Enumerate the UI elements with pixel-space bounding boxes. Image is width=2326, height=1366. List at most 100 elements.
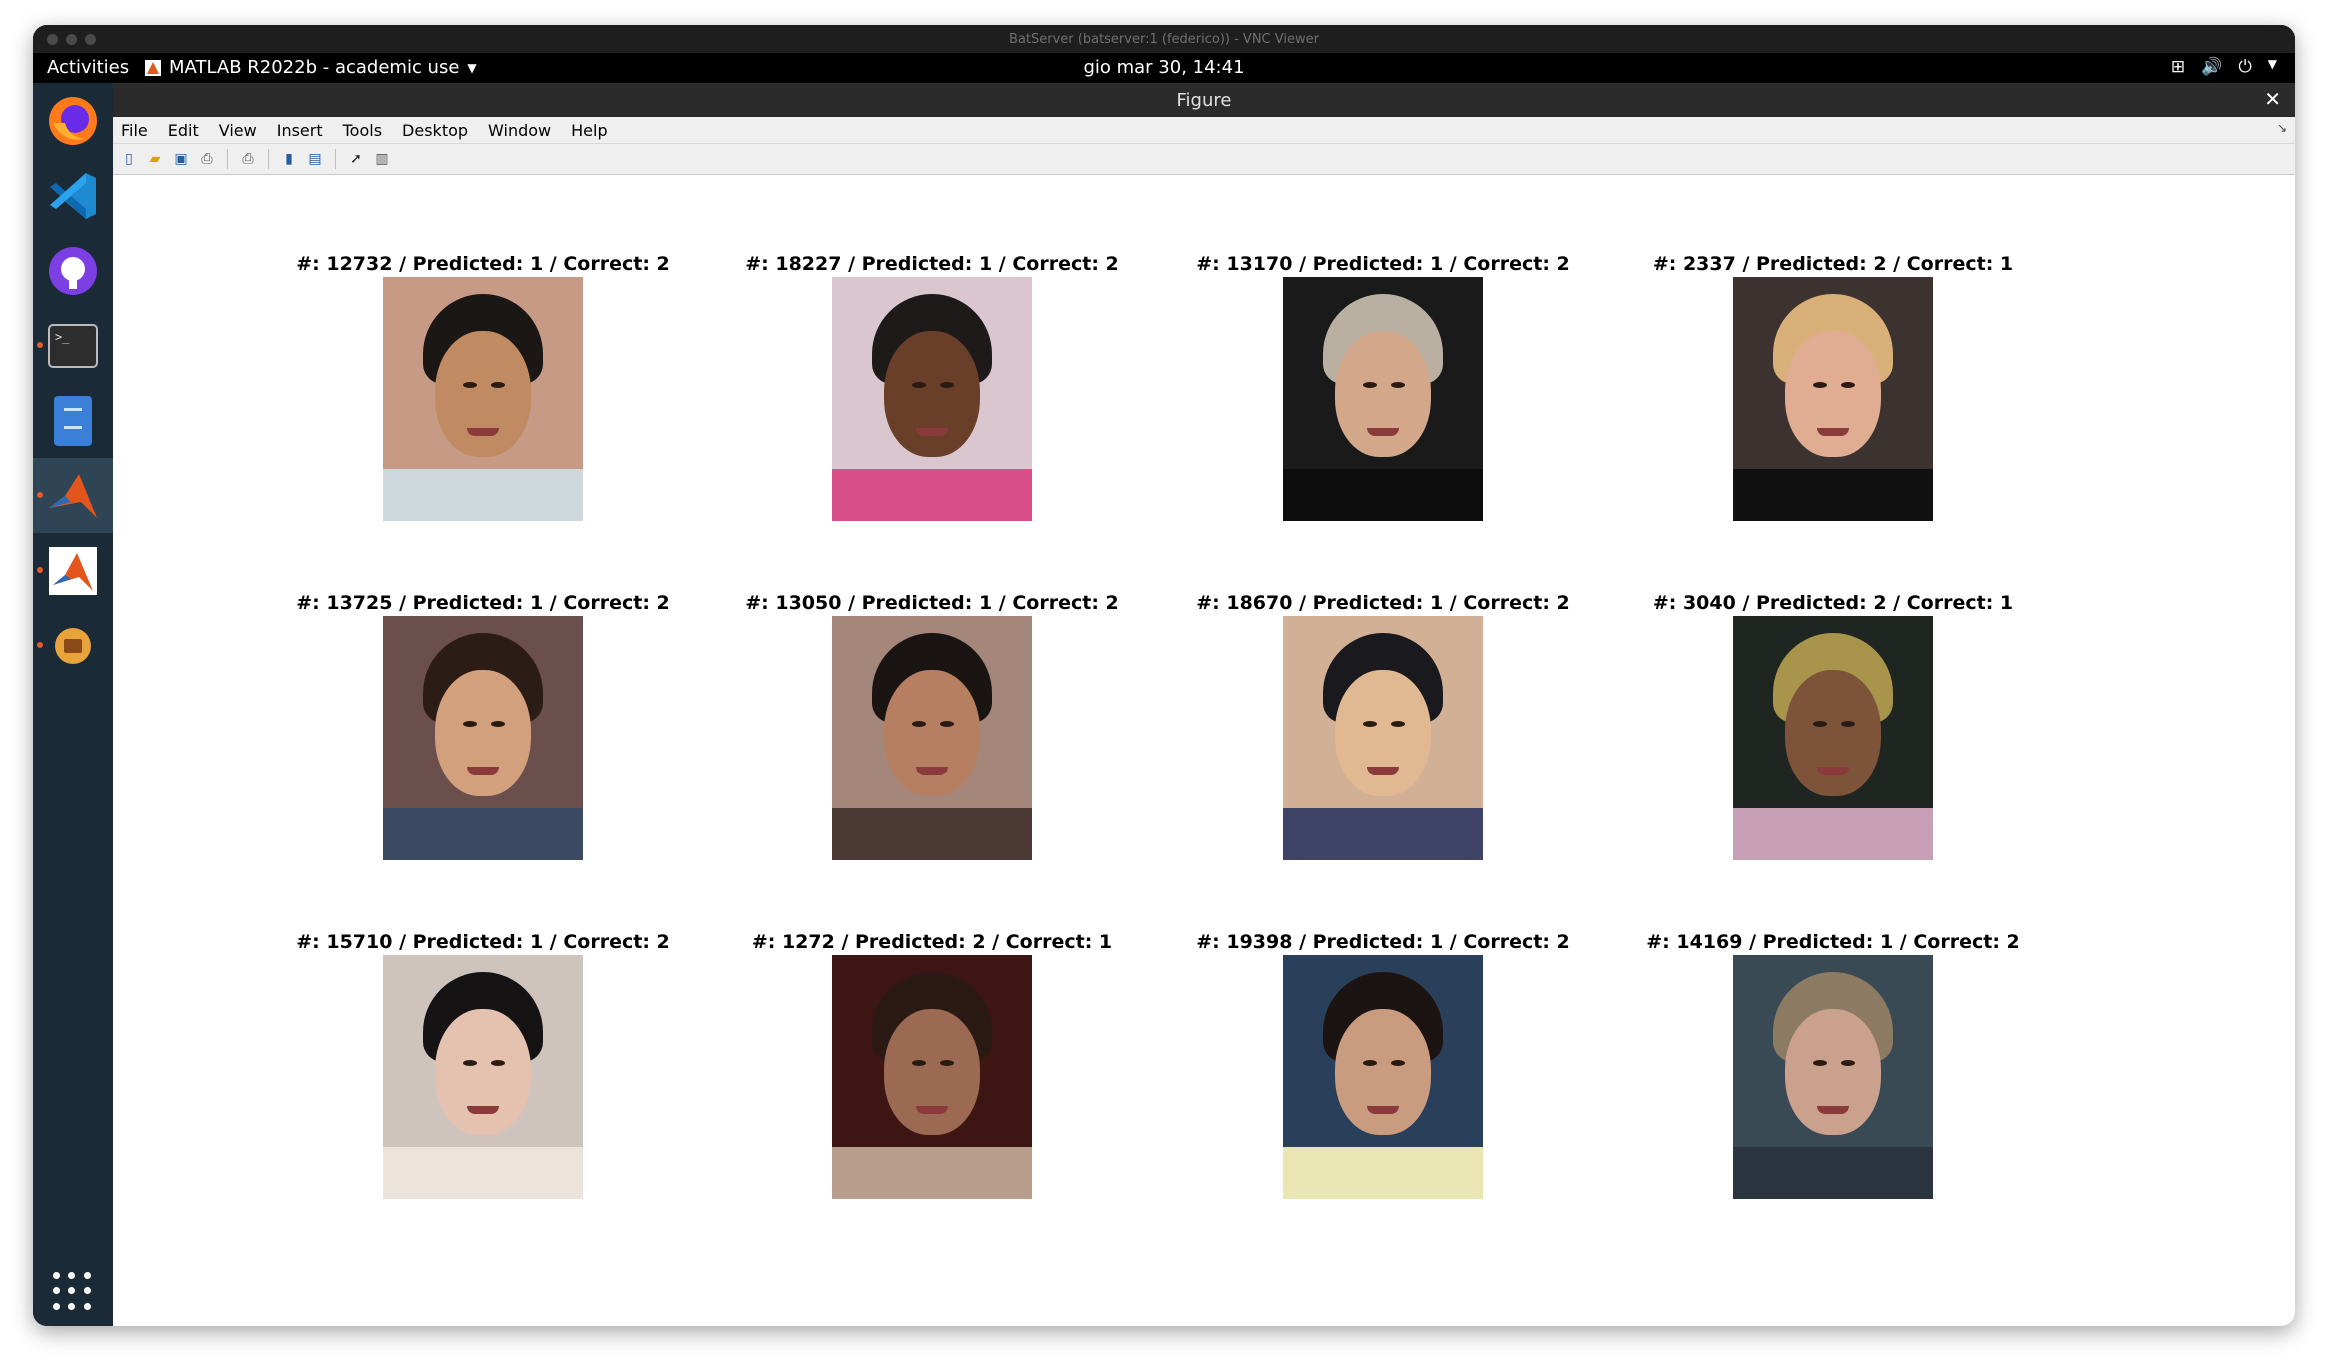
- dock-item-terminal[interactable]: >_: [33, 308, 113, 383]
- svg-text:>_: >_: [55, 330, 70, 344]
- volume-icon: 🔊: [2201, 57, 2223, 77]
- dock-item-matlab[interactable]: [33, 458, 113, 533]
- print-icon[interactable]: ⎙: [197, 149, 217, 169]
- subplot-title: #: 13050 / Predicted: 1 / Correct: 2: [745, 592, 1119, 614]
- menu-edit[interactable]: Edit: [168, 121, 199, 140]
- matlab-figure-window: Figure ✕ File Edit View Insert Tools Des…: [113, 83, 2295, 1326]
- vscode-icon: [50, 172, 96, 219]
- dock-item-github[interactable]: [33, 233, 113, 308]
- subplot-title: #: 19398 / Predicted: 1 / Correct: 2: [1196, 931, 1570, 953]
- figure-titlebar: Figure ✕: [113, 83, 2295, 117]
- image-subplot[interactable]: #: 13170 / Predicted: 1 / Correct: 2: [1183, 253, 1583, 521]
- system-tray[interactable]: ⊞ 🔊 ⏻ ▼: [2171, 57, 2277, 77]
- insert-legend-icon[interactable]: ▤: [305, 149, 325, 169]
- menu-desktop[interactable]: Desktop: [402, 121, 468, 140]
- face-image: [1733, 616, 1933, 860]
- face-image: [1283, 277, 1483, 521]
- menu-window[interactable]: Window: [488, 121, 551, 140]
- clock[interactable]: gio mar 30, 14:41: [33, 57, 2295, 78]
- close-icon[interactable]: ✕: [2264, 87, 2281, 111]
- face-image: [832, 955, 1032, 1199]
- menu-help[interactable]: Help: [571, 121, 607, 140]
- image-subplot[interactable]: #: 2337 / Predicted: 2 / Correct: 1: [1633, 253, 2033, 521]
- figure-menubar: File Edit View Insert Tools Desktop Wind…: [113, 117, 2295, 144]
- subplot-title: #: 3040 / Predicted: 2 / Correct: 1: [1652, 592, 2014, 614]
- subplot-title: #: 13725 / Predicted: 1 / Correct: 2: [296, 592, 670, 614]
- face-image: [383, 277, 583, 521]
- firefox-icon: [49, 96, 97, 145]
- running-indicator-icon: [37, 567, 43, 573]
- face-image: [832, 616, 1032, 860]
- image-subplot[interactable]: #: 1272 / Predicted: 2 / Correct: 1: [732, 931, 1132, 1199]
- face-image: [1283, 616, 1483, 860]
- dock-figure-icon[interactable]: ↘: [2277, 121, 2287, 135]
- files-icon: [54, 395, 92, 446]
- toolbar-separator: [227, 149, 228, 169]
- subplot-title: #: 18670 / Predicted: 1 / Correct: 2: [1196, 592, 1570, 614]
- subplot-title: #: 14169 / Predicted: 1 / Correct: 2: [1646, 931, 2020, 953]
- subplot-title: #: 13170 / Predicted: 1 / Correct: 2: [1196, 253, 1570, 275]
- show-applications-icon[interactable]: [53, 1272, 93, 1312]
- power-icon: ⏻: [2238, 57, 2252, 77]
- subplot-title: #: 12732 / Predicted: 1 / Correct: 2: [296, 253, 670, 275]
- running-indicator-icon: [37, 642, 43, 648]
- face-image: [1733, 955, 1933, 1199]
- face-image: [1283, 955, 1483, 1199]
- save-icon[interactable]: ▣: [171, 149, 191, 169]
- subplot-title: #: 1272 / Predicted: 2 / Correct: 1: [751, 931, 1113, 953]
- image-subplot[interactable]: #: 18670 / Predicted: 1 / Correct: 2: [1183, 592, 1583, 860]
- image-subplot[interactable]: #: 15710 / Predicted: 1 / Correct: 2: [283, 931, 683, 1199]
- image-subplot[interactable]: #: 3040 / Predicted: 2 / Correct: 1: [1633, 592, 2033, 860]
- image-subplot[interactable]: #: 18227 / Predicted: 1 / Correct: 2: [732, 253, 1132, 521]
- network-icon: ⊞: [2170, 57, 2186, 77]
- image-subplot[interactable]: #: 12732 / Predicted: 1 / Correct: 2: [283, 253, 683, 521]
- dock: >_: [33, 83, 113, 1326]
- terminal-icon: >_: [48, 323, 98, 368]
- figure-plot-area: #: 12732 / Predicted: 1 / Correct: 2 #: 1…: [113, 205, 2295, 1326]
- toolbar-separator: [335, 149, 336, 169]
- dock-item-files[interactable]: [33, 383, 113, 458]
- minimize-dot-icon[interactable]: [66, 34, 77, 45]
- image-subplot[interactable]: #: 14169 / Predicted: 1 / Correct: 2: [1633, 931, 2033, 1199]
- menu-insert[interactable]: Insert: [277, 121, 323, 140]
- face-image: [832, 277, 1032, 521]
- subplot-title: #: 2337 / Predicted: 2 / Correct: 1: [1652, 253, 2014, 275]
- new-file-icon[interactable]: ▯: [119, 149, 139, 169]
- vnc-title: BatServer (batserver:1 (federico)) - VNC…: [1009, 31, 1319, 47]
- window-controls: [47, 34, 96, 45]
- matlab-alt-icon: [49, 546, 97, 595]
- pointer-icon[interactable]: ➚: [346, 149, 366, 169]
- matlab-icon: [49, 473, 97, 518]
- image-subplot[interactable]: #: 13050 / Predicted: 1 / Correct: 2: [732, 592, 1132, 860]
- dock-item-firefox[interactable]: [33, 83, 113, 158]
- github-icon: [49, 246, 97, 295]
- image-subplot[interactable]: #: 19398 / Predicted: 1 / Correct: 2: [1183, 931, 1583, 1199]
- vnc-viewer-window: BatServer (batserver:1 (federico)) - VNC…: [33, 25, 2295, 1326]
- dock-item-matlab-alt[interactable]: [33, 533, 113, 608]
- software-icon: [55, 627, 91, 664]
- figure-title: Figure: [1176, 89, 1232, 111]
- subplot-title: #: 18227 / Predicted: 1 / Correct: 2: [745, 253, 1119, 275]
- dock-item-vscode[interactable]: [33, 158, 113, 233]
- close-dot-icon[interactable]: [47, 34, 58, 45]
- menu-view[interactable]: View: [219, 121, 257, 140]
- menu-file[interactable]: File: [121, 121, 148, 140]
- link-icon[interactable]: ▮: [279, 149, 299, 169]
- zoom-dot-icon[interactable]: [85, 34, 96, 45]
- menu-tools[interactable]: Tools: [343, 121, 382, 140]
- figure-toolbar: ▯ ▰ ▣ ⎙ ⎙ ▮ ▤ ➚ ▥: [113, 144, 2295, 175]
- running-indicator-icon: [37, 342, 43, 348]
- image-subplot[interactable]: #: 13725 / Predicted: 1 / Correct: 2: [283, 592, 683, 860]
- dock-item-software[interactable]: [33, 608, 113, 683]
- face-image: [383, 616, 583, 860]
- property-editor-icon[interactable]: ▥: [372, 149, 392, 169]
- running-indicator-icon: [37, 492, 43, 498]
- toolbar-separator: [268, 149, 269, 169]
- print-figure-icon[interactable]: ⎙: [238, 149, 258, 169]
- chevron-down-icon: ▼: [2267, 57, 2277, 71]
- open-icon[interactable]: ▰: [145, 149, 165, 169]
- face-image: [1733, 277, 1933, 521]
- face-image: [383, 955, 583, 1199]
- vnc-titlebar: BatServer (batserver:1 (federico)) - VNC…: [33, 25, 2295, 53]
- subplot-title: #: 15710 / Predicted: 1 / Correct: 2: [296, 931, 670, 953]
